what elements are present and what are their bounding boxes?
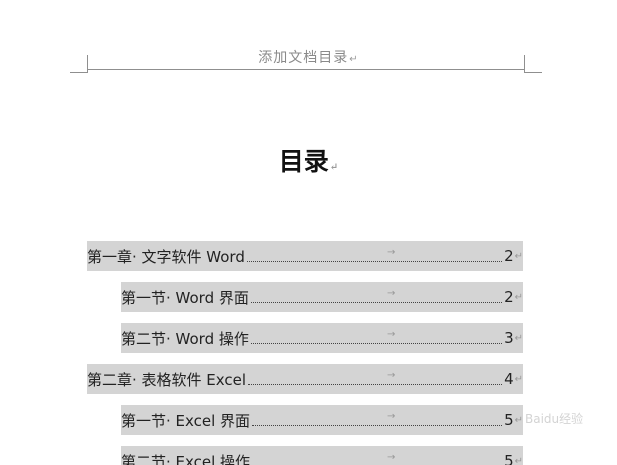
toc-leader-dots xyxy=(250,342,503,344)
tab-mark-icon: → xyxy=(387,247,396,258)
toc-page-number: 5 xyxy=(504,411,514,429)
toc-page-number: 4 xyxy=(504,370,514,388)
header-text: 添加文档目录 xyxy=(258,50,349,66)
paragraph-mark-icon: ↵ xyxy=(514,373,523,385)
document-title[interactable]: 目录↵ xyxy=(0,142,617,178)
toc-page-number: 2 xyxy=(504,288,514,306)
toc-entry[interactable]: 第二节· Word 操作 → 3 ↵ xyxy=(121,323,523,353)
tab-mark-icon: → xyxy=(387,370,396,381)
toc-entry-label: 第一节· Excel 界面 xyxy=(121,411,251,430)
toc-entry[interactable]: 第一节· Word 界面 → 2 ↵ xyxy=(121,282,523,312)
toc-page-number: 2 xyxy=(504,247,514,265)
toc-leader-dots xyxy=(246,260,503,262)
tab-mark-icon: → xyxy=(387,329,396,340)
paragraph-mark-icon: ↵ xyxy=(514,332,523,344)
toc-entry[interactable]: 第一节· Excel 界面 → 5 ↵ xyxy=(121,405,523,435)
toc-entry[interactable]: 第二章· 表格软件 Excel → 4 ↵ xyxy=(87,364,523,394)
document-page: 添加文档目录↵ 目录↵ 第一章· 文字软件 Word → 2 ↵ 第一节· Word 界… xyxy=(0,0,617,465)
toc-page-number: 3 xyxy=(504,329,514,347)
toc-entry-label: 第二节· Excel 操作 xyxy=(121,452,251,465)
toc-entry[interactable]: 第一章· 文字软件 Word → 2 ↵ xyxy=(87,241,523,271)
tab-mark-icon: → xyxy=(387,288,396,299)
paragraph-mark-icon: ↵ xyxy=(514,414,523,426)
toc-leader-dots xyxy=(252,424,503,426)
toc-leader-dots xyxy=(250,301,503,303)
header-rule xyxy=(87,69,525,70)
crop-mark-left xyxy=(87,55,88,73)
tab-mark-icon: → xyxy=(387,452,396,463)
toc-entry-label: 第二节· Word 操作 xyxy=(121,329,249,348)
tab-mark-icon: → xyxy=(387,411,396,422)
toc-entry-label: 第二章· 表格软件 Excel xyxy=(87,370,247,389)
toc-entry[interactable]: 第二节· Excel 操作 → 5 ↵ xyxy=(121,446,523,465)
paragraph-mark-icon: ↵ xyxy=(514,455,523,465)
paragraph-mark-icon: ↵ xyxy=(514,291,523,303)
crop-mark-right xyxy=(524,72,542,73)
crop-mark-left xyxy=(70,72,88,73)
toc-entry-label: 第一章· 文字软件 Word xyxy=(87,247,245,266)
paragraph-mark-icon: ↵ xyxy=(349,54,359,65)
paragraph-mark-icon: ↵ xyxy=(329,162,339,173)
watermark: Baidu经验 xyxy=(525,412,584,426)
paragraph-mark-icon: ↵ xyxy=(514,250,523,262)
crop-mark-right xyxy=(524,55,525,73)
title-text: 目录 xyxy=(278,147,329,176)
toc-page-number: 5 xyxy=(504,452,514,465)
toc-entry-label: 第一节· Word 界面 xyxy=(121,288,249,307)
toc-leader-dots xyxy=(248,383,503,385)
